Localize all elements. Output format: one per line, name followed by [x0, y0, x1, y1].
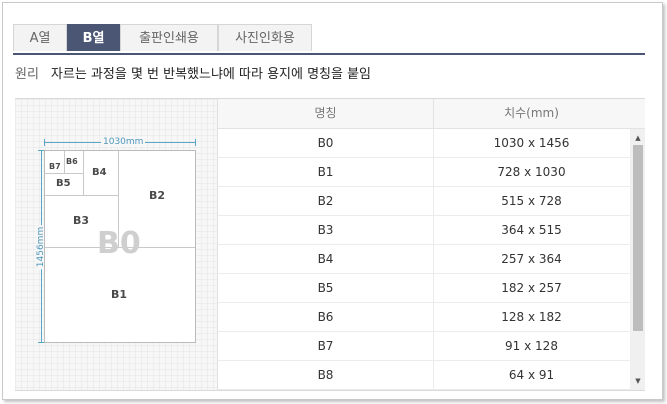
principle-line: 원리 자르는 과정을 몇 번 반복했느냐에 따라 용지에 명칭을 붙임 [15, 66, 371, 84]
table-row: B0 1030 x 1456 [218, 129, 630, 158]
cell-size: 728 x 1030 [497, 165, 566, 179]
cell-name: B8 [218, 361, 434, 389]
tab-a-series[interactable]: A열 [13, 24, 67, 51]
b2-label: B2 [149, 189, 166, 202]
paper-size-diagram: 1030mm 1456mm B0 B1 B2 B3 B4 B5 B6 B7 [15, 99, 217, 390]
table-row: B6 128 x 182 [218, 303, 630, 332]
cell-name: B7 [218, 332, 434, 360]
table-row: B3 364 x 515 [218, 216, 630, 245]
cell-size: 1030 x 1456 [493, 136, 570, 150]
b0-sheet: B0 B1 B2 B3 B4 B5 B6 B7 [44, 150, 196, 343]
cell-size: 364 x 515 [501, 223, 562, 237]
principle-text: 자르는 과정을 몇 번 반복했느냐에 따라 용지에 명칭을 붙임 [50, 67, 372, 82]
b5-label: B5 [56, 178, 71, 189]
tab-photo-print[interactable]: 사진인화용 [218, 24, 312, 51]
tab-bar: A열 B열 출판인쇄용 사진인화용 [13, 24, 645, 55]
tab-publishing[interactable]: 출판인쇄용 [120, 24, 218, 51]
cell-size: 128 x 182 [501, 310, 562, 324]
tab-b-series[interactable]: B열 [67, 24, 120, 51]
b4-divider [83, 151, 84, 195]
cell-name: B4 [218, 245, 434, 273]
cell-name: B0 [218, 129, 434, 157]
table-row: B1 728 x 1030 [218, 158, 630, 187]
principle-label: 원리 [15, 67, 39, 82]
cell-size: 91 x 128 [505, 339, 558, 353]
b5-divider [45, 173, 83, 174]
b7-label: B7 [49, 162, 61, 171]
b1-label: B1 [111, 288, 128, 301]
cell-name: B1 [218, 158, 434, 186]
b3-label: B3 [73, 214, 90, 227]
header-name: 명칭 [218, 99, 434, 128]
scrollbar-thumb[interactable] [633, 145, 643, 331]
table-header: 명칭 치수(mm) [218, 99, 645, 129]
cell-size: 182 x 257 [501, 281, 562, 295]
content-panel: 1030mm 1456mm B0 B1 B2 B3 B4 B5 B6 B7 명칭… [15, 98, 645, 391]
cell-size: 257 x 364 [501, 252, 562, 266]
width-dimension-label: 1030mm [101, 137, 146, 147]
b3-divider [45, 195, 118, 196]
cell-name: B2 [218, 187, 434, 215]
b6-label: B6 [66, 157, 78, 166]
size-table: 명칭 치수(mm) B0 1030 x 1456 B1 728 x 1030 B2 5… [217, 99, 645, 390]
table-row: B5 182 x 257 [218, 274, 630, 303]
scroll-down-arrow-icon[interactable]: ▼ [630, 374, 645, 388]
header-size: 치수(mm) [504, 106, 559, 120]
table-row: B2 515 x 728 [218, 187, 630, 216]
cell-name: B3 [218, 216, 434, 244]
table-scrollbar[interactable]: ▲ ▼ [630, 129, 645, 390]
cell-name: B6 [218, 303, 434, 331]
table-row: B8 64 x 91 [218, 361, 630, 390]
b6-divider [64, 151, 65, 173]
cell-name: B5 [218, 274, 434, 302]
cell-size: 515 x 728 [501, 194, 562, 208]
cell-size: 64 x 91 [508, 368, 555, 382]
scroll-up-arrow-icon[interactable]: ▲ [630, 131, 645, 145]
table-body[interactable]: B0 1030 x 1456 B1 728 x 1030 B2 515 x 728 B… [218, 129, 630, 390]
b4-label: B4 [92, 167, 107, 178]
b0-watermark: B0 [97, 226, 141, 261]
table-row: B4 257 x 364 [218, 245, 630, 274]
table-row: B7 91 x 128 [218, 332, 630, 361]
